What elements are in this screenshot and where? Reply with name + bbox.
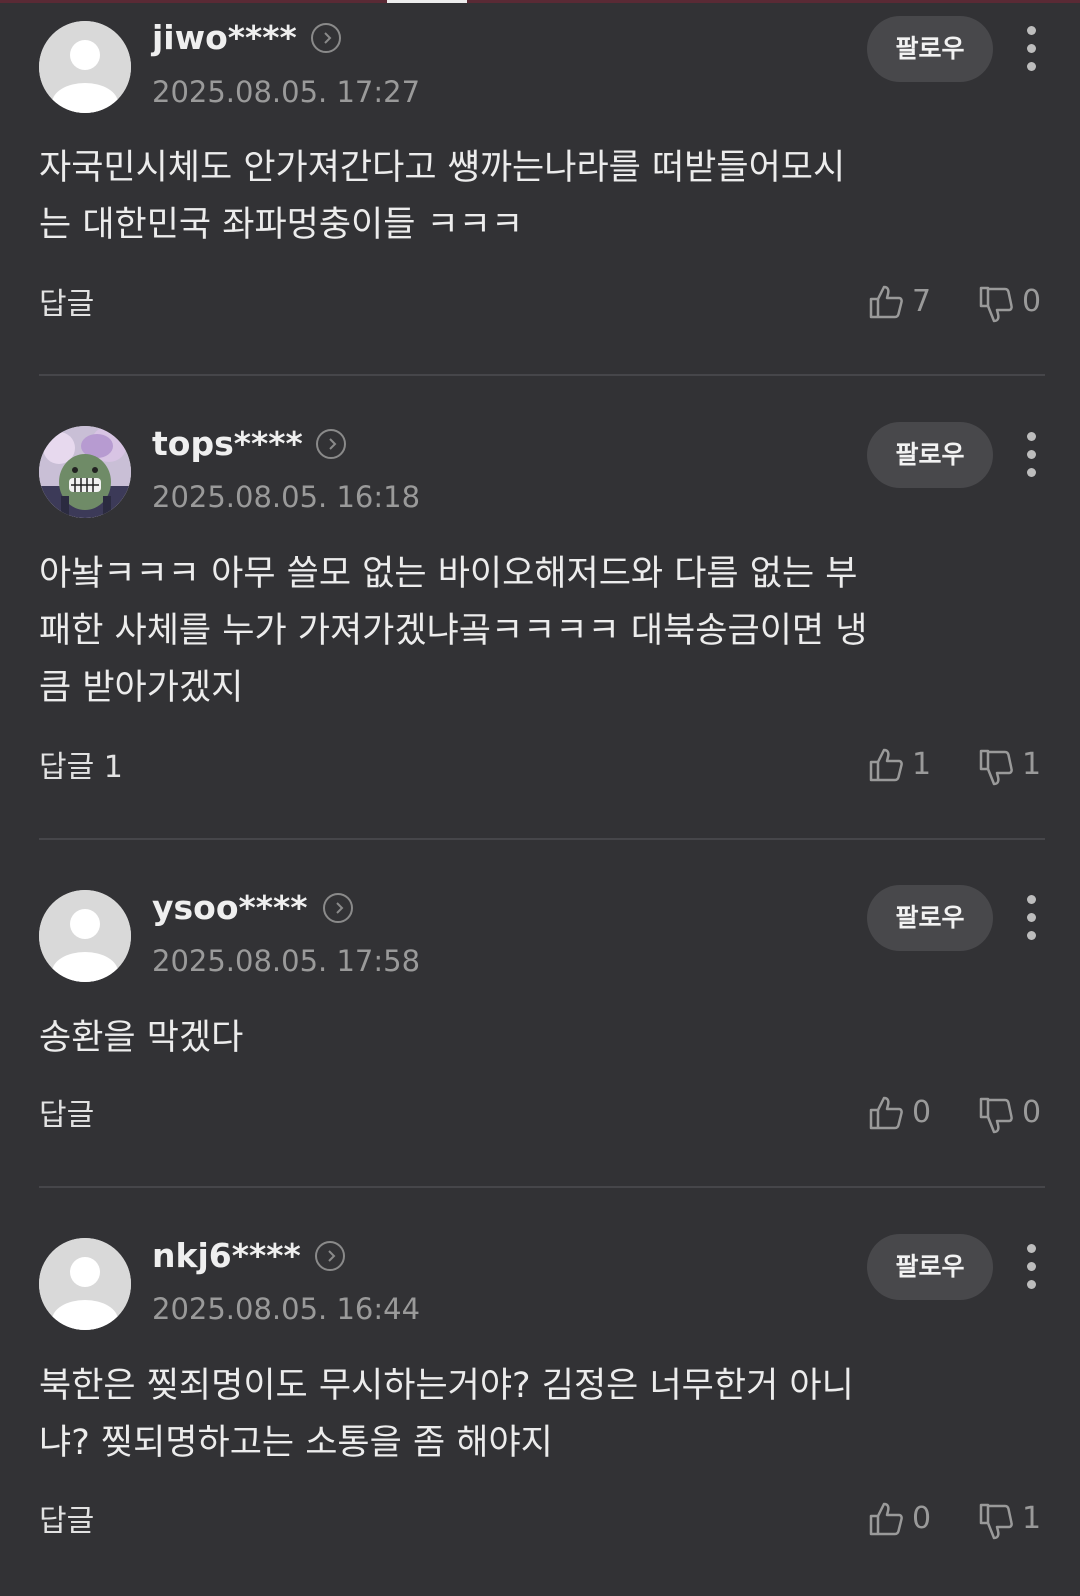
dislike-count: 0 (1022, 284, 1042, 319)
like-button[interactable]: 7 (868, 284, 938, 324)
username[interactable]: ysoo**** (152, 888, 308, 928)
more-vertical-icon[interactable] (1018, 427, 1044, 483)
chevron-right-circle-icon[interactable] (311, 23, 341, 53)
follow-button[interactable]: 팔로우 (867, 16, 993, 82)
thumbs-up-icon (869, 1096, 903, 1130)
follow-button[interactable]: 팔로우 (867, 1234, 993, 1300)
divider (39, 838, 1045, 840)
username[interactable]: jiwo**** (152, 18, 297, 58)
username[interactable]: nkj6**** (152, 1236, 301, 1276)
thumbs-down-icon (979, 749, 1013, 786)
timestamp: 2025.08.05. 17:58 (152, 944, 421, 978)
like-count: 0 (912, 1501, 932, 1536)
comment-text: 북한은 찢죄명이도 무시하는거야? 김정은 너무한거 아니 냐? 찢되명하고는 … (39, 1366, 854, 1463)
dislike-count: 0 (1022, 1095, 1042, 1130)
like-button[interactable]: 1 (868, 747, 938, 787)
timestamp: 2025.08.05. 16:18 (152, 480, 421, 514)
reply-button[interactable]: 답글 (39, 1098, 94, 1134)
like-button[interactable]: 0 (868, 1095, 938, 1135)
chevron-right-circle-icon[interactable] (316, 429, 346, 459)
more-vertical-icon[interactable] (1018, 890, 1044, 946)
default-avatar-icon[interactable] (39, 890, 131, 982)
reply-button[interactable]: 답글 (39, 1504, 94, 1540)
thumbs-down-icon (979, 1503, 1013, 1540)
thumbs-up-icon (869, 748, 903, 782)
like-count: 1 (912, 747, 932, 782)
dislike-button[interactable]: 1 (978, 747, 1048, 787)
dislike-button[interactable]: 0 (978, 284, 1048, 324)
dislike-count: 1 (1022, 747, 1042, 782)
thumbs-up-icon (869, 1502, 903, 1536)
top-status-strip (0, 0, 1080, 3)
more-vertical-icon[interactable] (1018, 21, 1044, 77)
comment-text: 아놬ㅋㅋㅋ 아무 쓸모 없는 바이오해저드와 다름 없는 부 패한 사체를 누가… (39, 554, 868, 708)
default-avatar-icon[interactable] (39, 21, 131, 113)
follow-button[interactable]: 팔로우 (867, 885, 993, 951)
reply-button[interactable]: 답글 1 (39, 750, 123, 786)
dislike-button[interactable]: 1 (978, 1501, 1048, 1541)
follow-button[interactable]: 팔로우 (867, 422, 993, 488)
comment-text: 송환을 막겠다 (39, 1018, 244, 1058)
thumbs-down-icon (979, 1097, 1013, 1134)
like-count: 0 (912, 1095, 932, 1130)
like-count: 7 (912, 284, 932, 319)
custom-avatar-image[interactable] (39, 426, 131, 518)
dislike-count: 1 (1022, 1501, 1042, 1536)
timestamp: 2025.08.05. 17:27 (152, 75, 421, 109)
divider (39, 1186, 1045, 1188)
thumbs-down-icon (979, 286, 1013, 323)
divider (39, 374, 1045, 376)
default-avatar-icon[interactable] (39, 1238, 131, 1330)
top-strip-highlight (387, 0, 467, 3)
chevron-right-circle-icon[interactable] (323, 893, 353, 923)
chevron-right-circle-icon[interactable] (315, 1241, 345, 1271)
username[interactable]: tops**** (152, 424, 303, 464)
timestamp: 2025.08.05. 16:44 (152, 1292, 421, 1326)
comment-text: 자국민시체도 안가져간다고 썡까는나라를 떠받들어모시 는 대한민국 좌파멍충이… (39, 148, 846, 245)
reply-button[interactable]: 답글 (39, 287, 94, 323)
more-vertical-icon[interactable] (1018, 1239, 1044, 1295)
dislike-button[interactable]: 0 (978, 1095, 1048, 1135)
thumbs-up-icon (869, 285, 903, 319)
like-button[interactable]: 0 (868, 1501, 938, 1541)
